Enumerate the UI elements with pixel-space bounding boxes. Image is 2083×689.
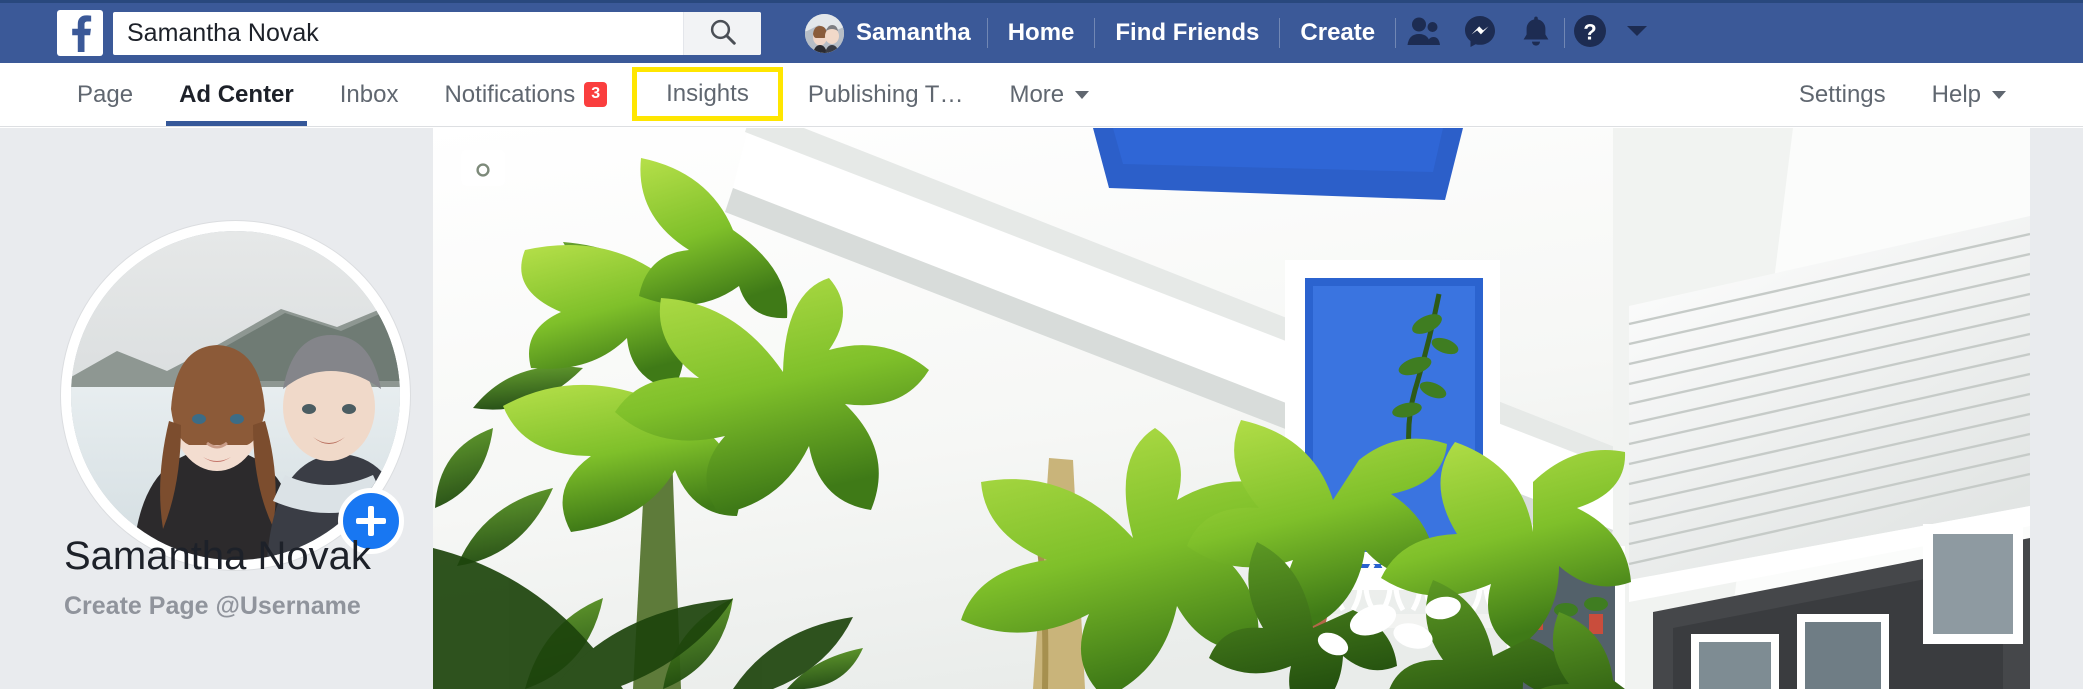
tab-settings[interactable]: Settings [1776,63,1909,126]
caret-down-icon [1626,24,1648,43]
search-bar[interactable] [113,11,761,55]
nav-home-link[interactable]: Home [988,13,1095,53]
tab-page[interactable]: Page [54,63,156,126]
tab-help[interactable]: Help [1909,63,2029,126]
messenger-button[interactable] [1452,11,1508,55]
tab-notifications[interactable]: Notifications 3 [421,63,630,126]
help-icon: ? [1573,14,1607,53]
tab-insights[interactable]: Insights [632,66,783,121]
friend-requests-icon [1407,16,1441,51]
page-secondary-navigation: Page Ad Center Inbox Notifications 3 Ins… [0,63,2083,127]
tab-more-label: More [1009,80,1065,108]
current-user-link[interactable]: Samantha [789,13,987,53]
page-cover-area: Samantha Novak Create Page @Username [0,128,2083,689]
facebook-f-logo[interactable] [57,10,103,56]
notifications-button[interactable] [1508,11,1564,55]
notifications-bell-icon [1521,15,1551,52]
tab-inbox-label: Inbox [339,80,399,108]
page-title: Samantha Novak [64,534,371,578]
help-button[interactable]: ? [1565,11,1615,55]
tab-publishing-tools-label: Publishing T… [807,80,964,108]
tab-ad-center-label: Ad Center [179,80,294,108]
current-user-name: Samantha [856,19,971,46]
nav-find-friends-link[interactable]: Find Friends [1095,13,1279,53]
topbar-right-group: Samantha Home Find Friends Create ? [789,3,1659,63]
chevron-down-icon [1075,90,1090,99]
notifications-count-badge: 3 [584,82,608,107]
friend-requests-button[interactable] [1396,11,1452,55]
profile-sidebar: Samantha Novak Create Page @Username [0,128,433,689]
avatar [805,13,844,53]
tab-inbox[interactable]: Inbox [317,63,422,126]
nav-create-link[interactable]: Create [1280,13,1395,53]
profile-photo-container[interactable] [61,221,410,570]
facebook-top-navigation-bar: Samantha Home Find Friends Create [0,0,2083,63]
camera-icon [470,158,496,179]
tab-more[interactable]: More [986,63,1112,126]
tab-publishing-tools[interactable]: Publishing T… [785,63,987,126]
tab-notifications-label: Notifications [444,80,576,108]
account-dropdown-button[interactable] [1615,11,1659,55]
page-tabs: Page Ad Center Inbox Notifications 3 Ins… [54,63,1112,126]
tab-insights-label: Insights [666,79,749,107]
tab-ad-center[interactable]: Ad Center [156,63,317,126]
tab-page-label: Page [77,80,134,108]
search-icon [708,17,738,50]
chevron-down-icon [1992,90,2006,99]
page-tabs-right: Settings Help [1776,63,2029,126]
search-input[interactable] [113,11,683,55]
tab-help-label: Help [1931,80,1981,108]
page-username-link[interactable]: Create Page @Username [64,592,361,621]
messenger-icon [1464,15,1496,52]
search-button[interactable] [683,11,761,55]
edit-cover-photo-button[interactable] [461,150,505,186]
cover-photo[interactable] [433,128,2030,689]
svg-text:?: ? [1583,19,1596,44]
tab-settings-label: Settings [1798,80,1886,108]
cover-right-gutter [2030,128,2083,689]
